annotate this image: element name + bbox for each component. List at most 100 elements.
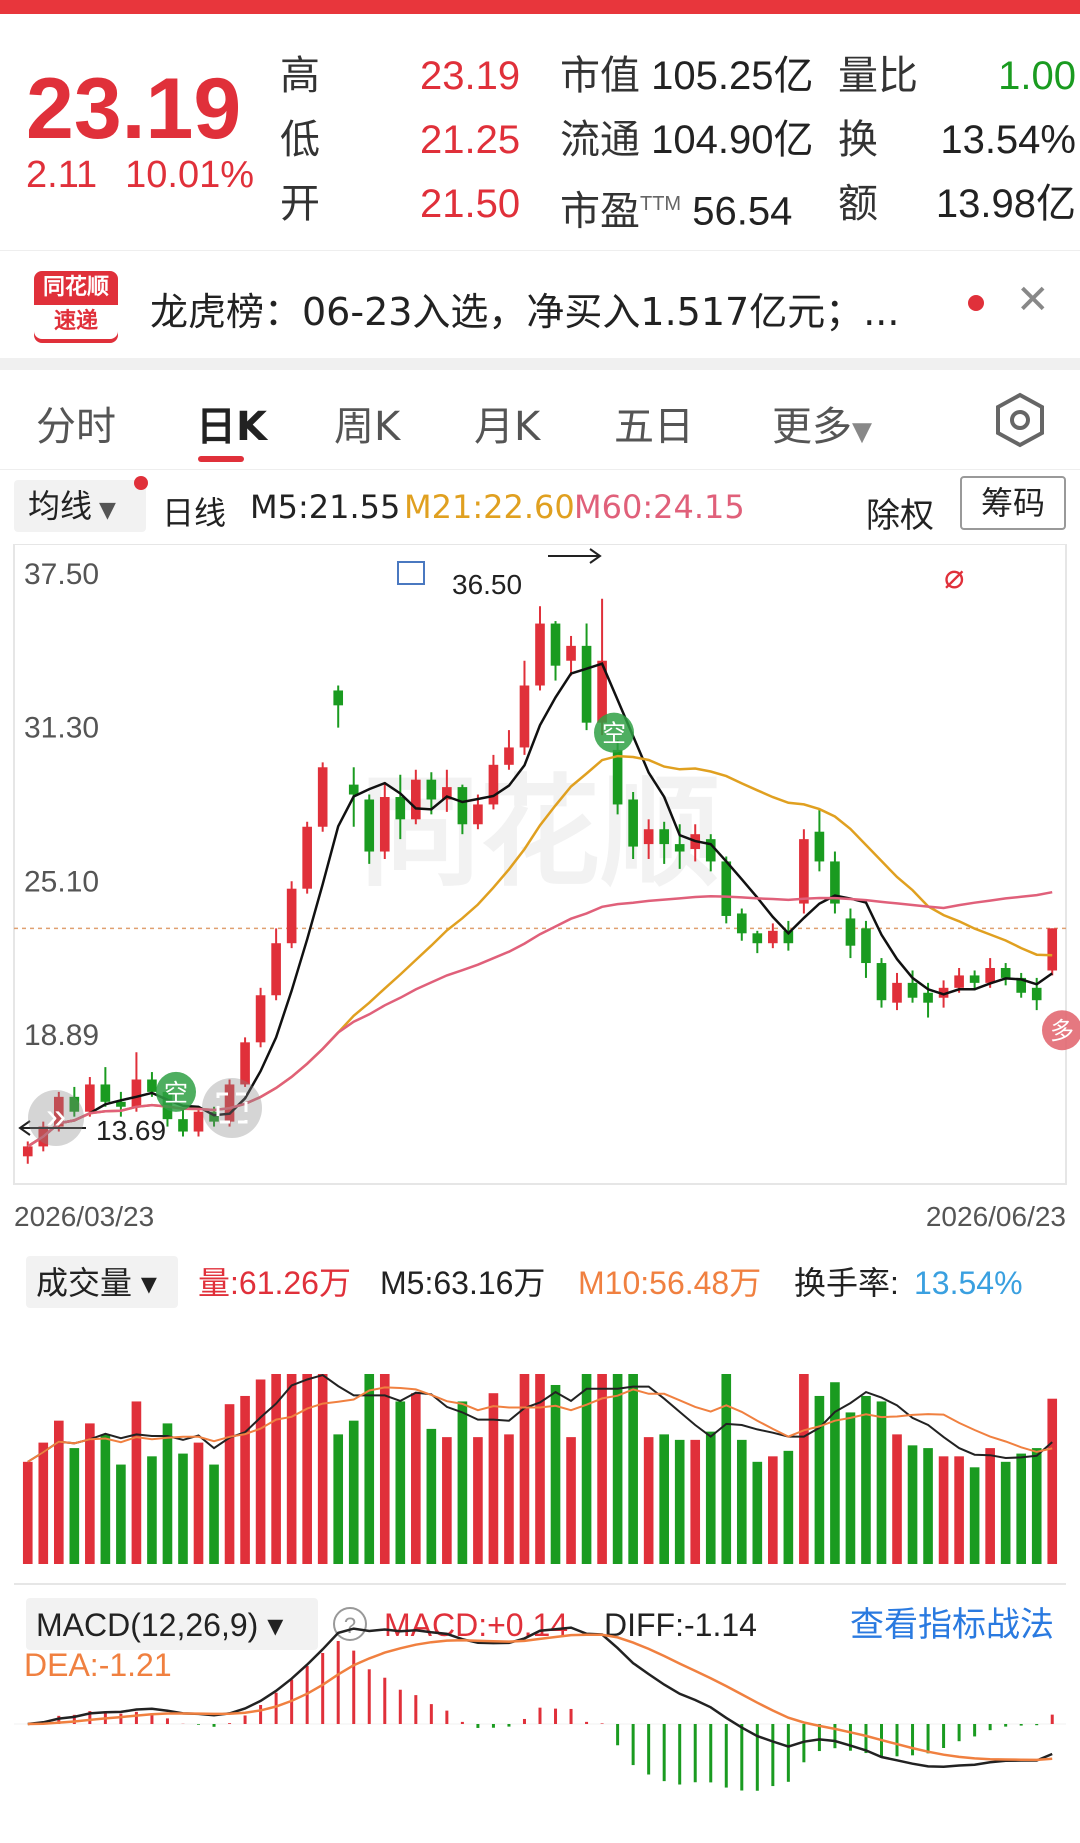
tab-intraday[interactable]: 分时: [36, 394, 116, 452]
diff-value: DIFF:-1.14: [604, 1607, 757, 1643]
volume-bar: [457, 1401, 468, 1564]
quote-values-col1: 23.19 21.25 21.50: [420, 44, 520, 236]
caret-down-icon: ▼: [852, 417, 872, 447]
candle-body: [286, 888, 297, 944]
chips-button[interactable]: 筹码: [960, 476, 1066, 530]
candle-body: [752, 933, 763, 944]
volume-bar: [597, 1374, 607, 1564]
tab-more[interactable]: 更多▼: [772, 394, 872, 452]
volume-bar: [690, 1439, 701, 1564]
volratio-value: 1.00: [998, 54, 1076, 98]
volume-bar: [1016, 1453, 1027, 1564]
indicator-tactics-link[interactable]: 查看指标战法: [850, 1606, 1054, 1644]
candle-body: [566, 645, 576, 661]
volume-bar: [22, 1461, 33, 1564]
close-icon[interactable]: ✕: [1016, 277, 1050, 323]
candle-body: [1047, 928, 1058, 971]
candle-body: [147, 1079, 157, 1092]
chart-area[interactable]: 同花顺 37.50 31.30 25.10 18.89 36.50 13.69 ⌀ 空空多» 20…: [0, 543, 1080, 1839]
tab-five-day[interactable]: 五日: [614, 394, 694, 452]
ths-express-logo: 同花顺 速递: [34, 271, 118, 343]
volume-bar: [178, 1453, 188, 1564]
m21-value: M21:22.60: [404, 488, 575, 526]
volume-bar: [364, 1374, 375, 1564]
volume-bar: [799, 1374, 809, 1564]
unread-dot-icon: [968, 295, 984, 311]
ma-selector-label: 均线: [28, 487, 93, 525]
caret-down-icon: ▼: [92, 498, 116, 523]
candle-body: [348, 784, 359, 795]
volume-bar: [411, 1393, 421, 1564]
logo-top-text: 同花顺: [42, 275, 109, 300]
change-value: 2.11: [26, 154, 98, 196]
candle-body: [240, 1042, 250, 1085]
ma-selector[interactable]: 均线 ▼: [14, 480, 146, 532]
candle-body: [116, 1101, 126, 1107]
tab-more-label: 更多: [772, 404, 852, 450]
badge-empty-2-label: 空: [602, 721, 626, 748]
tab-monthly-k[interactable]: 月K: [474, 394, 540, 452]
volume-bar: [504, 1434, 514, 1564]
expand-left-glyph: »: [46, 1095, 66, 1136]
settings-hexagon-icon[interactable]: [994, 392, 1046, 448]
candle-body: [721, 861, 732, 916]
candle-body: [628, 799, 638, 847]
volume-bar: [861, 1395, 871, 1564]
volume-bar: [395, 1401, 406, 1564]
badge-empty-1-label: 空: [164, 1080, 188, 1107]
y-tick-label: 25.10: [24, 865, 99, 898]
notify-dot-icon: [134, 476, 148, 490]
candle-body: [535, 623, 545, 686]
candle-body: [379, 797, 390, 852]
volume-bar: [550, 1384, 561, 1564]
volume-bar: [674, 1439, 685, 1564]
candle-body: [473, 804, 483, 825]
volume-bar: [209, 1464, 219, 1564]
candle-body: [317, 767, 328, 827]
candle-body: [333, 690, 344, 706]
volume-bar: [892, 1434, 902, 1564]
volume-bar: [643, 1437, 654, 1564]
x-end-label: 2026/06/23: [926, 1201, 1066, 1232]
candle-body: [845, 918, 856, 946]
high-label: 高: [280, 54, 320, 98]
volume-bar: [814, 1395, 825, 1564]
adjust-toggle[interactable]: 除权: [866, 488, 934, 537]
candle-body: [876, 963, 887, 1001]
candle-body: [193, 1111, 204, 1132]
macd-dea-line: [27, 1633, 1053, 1762]
news-text[interactable]: 龙虎榜：06-23入选，净买入1.517亿元；...: [150, 281, 899, 336]
max-price-label: 36.50: [452, 569, 522, 600]
volume-bar: [736, 1439, 747, 1564]
volume-bar: [255, 1379, 266, 1564]
tab-weekly-k[interactable]: 周K: [334, 394, 400, 452]
candle-body: [100, 1084, 111, 1102]
logo-bottom-text: 速递: [34, 305, 118, 339]
news-bar[interactable]: 同花顺 速递 龙虎榜：06-23入选，净买入1.517亿元；... ✕: [0, 250, 1080, 358]
candle-body: [411, 779, 421, 820]
volume-bar: [1031, 1448, 1042, 1564]
pe-superscript: TTM: [640, 193, 682, 215]
y-tick-label: 18.89: [24, 1019, 99, 1052]
volume-bar: [519, 1374, 530, 1564]
volume-bar: [473, 1437, 483, 1564]
volume-bar: [628, 1374, 638, 1564]
volume-bar: [379, 1374, 390, 1564]
candle-body: [271, 943, 281, 996]
volume-bar: [566, 1437, 576, 1564]
candle-body: [364, 799, 375, 852]
active-tab-indicator: [198, 456, 244, 462]
quote-panel: 23.19 2.11 10.01% 高 低 开 23.19 21.25 21.50…: [0, 14, 1080, 250]
candle-body: [861, 928, 871, 964]
volume-bar: [85, 1423, 95, 1564]
volume-bar: [969, 1467, 980, 1564]
turnover-rate-value: 13.54%: [914, 1265, 1023, 1301]
amount-label: 额: [838, 182, 878, 226]
period-label: 日线: [162, 494, 227, 532]
quote-labels-col1: 高 低 开: [280, 44, 320, 236]
volume-value: 量:61.26万: [198, 1265, 351, 1301]
tab-daily-k[interactable]: 日K: [196, 394, 267, 452]
y-tick-label: 31.30: [24, 712, 99, 745]
stock-chart[interactable]: 同花顺37.5031.3025.1018.8936.5013.69⌀空空多»20…: [0, 543, 1080, 1839]
m60-value: M60:24.15: [574, 488, 745, 526]
